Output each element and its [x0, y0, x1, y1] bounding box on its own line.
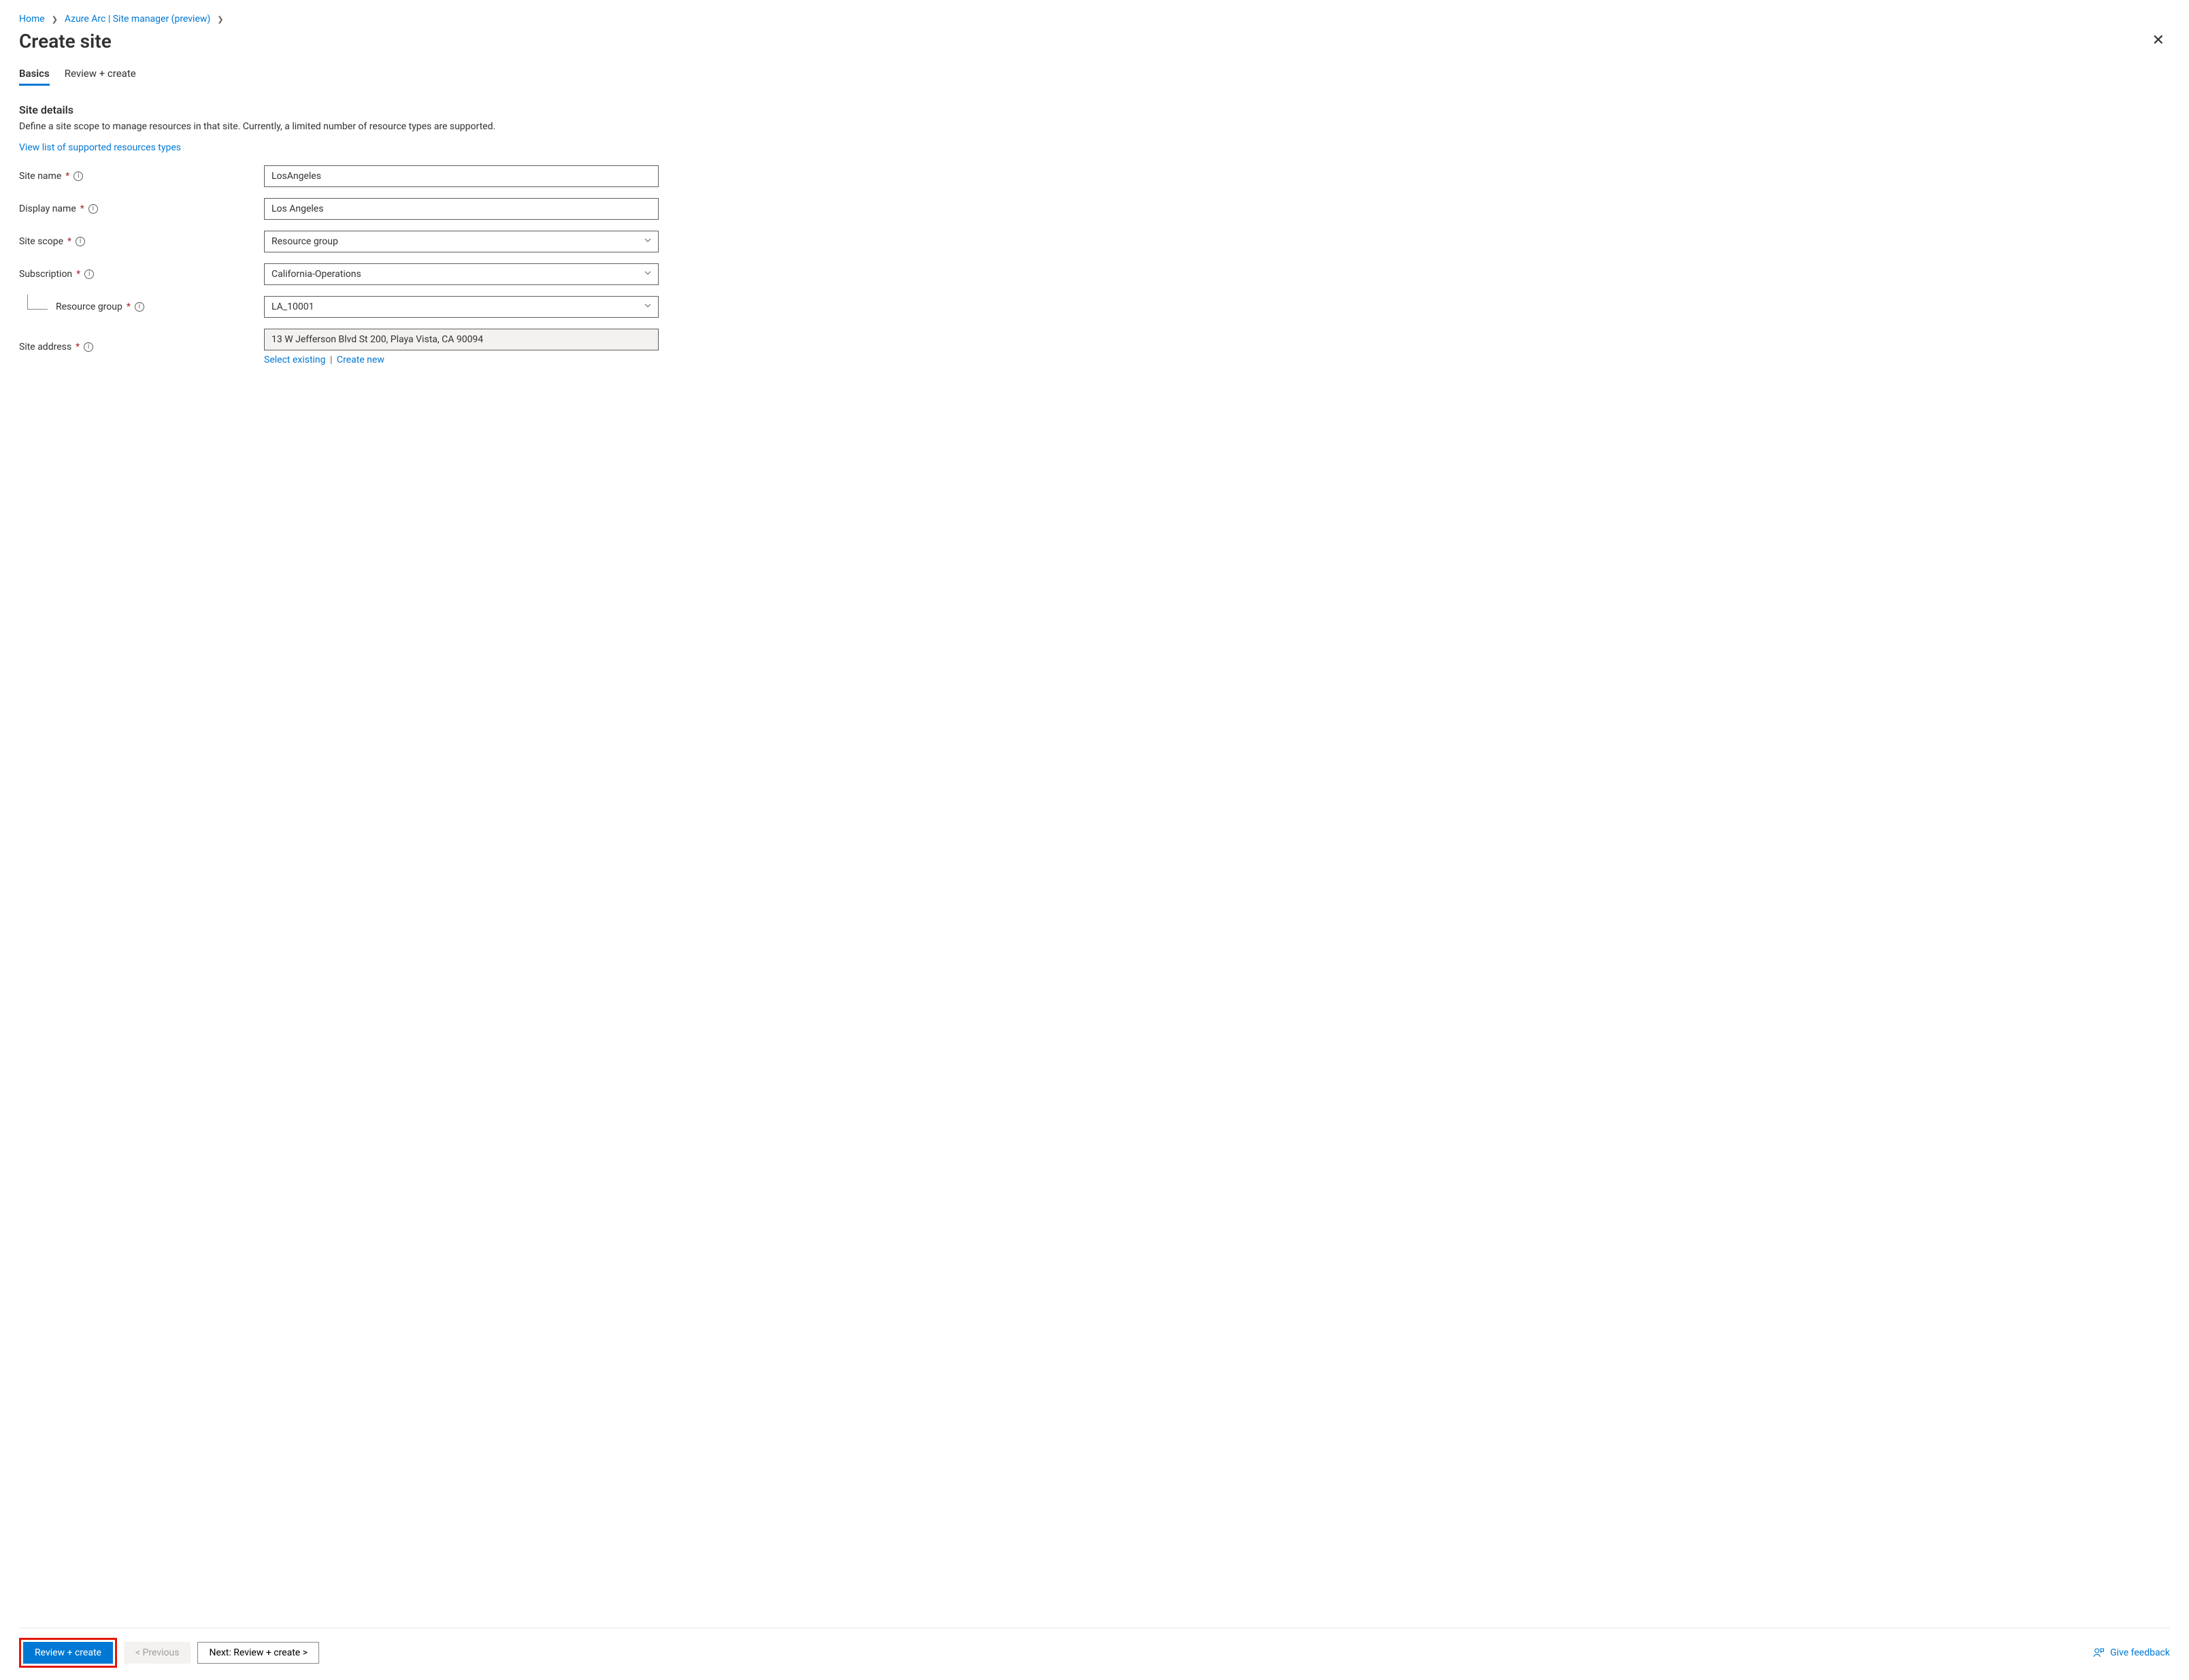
required-indicator: * — [67, 236, 71, 247]
site-name-label: Site name — [19, 171, 61, 182]
required-indicator: * — [76, 269, 80, 280]
info-icon[interactable]: i — [84, 269, 94, 279]
resource-group-select[interactable] — [264, 296, 659, 318]
give-feedback-link[interactable]: Give feedback — [2092, 1647, 2170, 1659]
required-indicator: * — [76, 342, 80, 352]
divider: | — [330, 355, 332, 365]
close-icon: ✕ — [2152, 31, 2165, 48]
subscription-label: Subscription — [19, 269, 72, 280]
highlight-box: Review + create — [19, 1638, 117, 1668]
subscription-select[interactable] — [264, 263, 659, 285]
give-feedback-label: Give feedback — [2110, 1647, 2170, 1658]
tab-basics[interactable]: Basics — [19, 67, 50, 86]
breadcrumb-site-manager[interactable]: Azure Arc | Site manager (preview) — [65, 14, 210, 24]
previous-button[interactable]: < Previous — [124, 1642, 191, 1664]
chevron-right-icon: ❯ — [52, 15, 58, 24]
review-create-button[interactable]: Review + create — [23, 1642, 113, 1664]
tabs: Basics Review + create — [19, 67, 2170, 86]
site-address-label: Site address — [19, 342, 71, 352]
info-icon[interactable]: i — [73, 171, 83, 181]
site-name-input[interactable] — [264, 165, 659, 187]
supported-resources-link[interactable]: View list of supported resources types — [19, 142, 181, 153]
chevron-right-icon: ❯ — [217, 15, 223, 24]
site-scope-select[interactable] — [264, 231, 659, 252]
indent-bracket-icon — [27, 295, 48, 310]
feedback-icon — [2092, 1647, 2105, 1659]
breadcrumb-home[interactable]: Home — [19, 14, 45, 24]
footer-bar: Review + create < Previous Next: Review … — [19, 1628, 2170, 1680]
info-icon[interactable]: i — [88, 204, 98, 214]
create-new-link[interactable]: Create new — [337, 355, 384, 365]
info-icon[interactable]: i — [135, 302, 144, 312]
select-existing-link[interactable]: Select existing — [264, 355, 326, 365]
required-indicator: * — [127, 301, 131, 312]
display-name-input[interactable] — [264, 198, 659, 220]
required-indicator: * — [80, 203, 84, 214]
tab-review-create[interactable]: Review + create — [65, 67, 136, 86]
info-icon[interactable]: i — [76, 237, 85, 246]
section-title: Site details — [19, 103, 2170, 116]
close-button[interactable]: ✕ — [2147, 29, 2170, 52]
breadcrumb: Home ❯ Azure Arc | Site manager (preview… — [19, 14, 2170, 24]
required-indicator: * — [65, 171, 69, 182]
next-button[interactable]: Next: Review + create > — [197, 1642, 319, 1664]
display-name-label: Display name — [19, 203, 76, 214]
section-description: Define a site scope to manage resources … — [19, 120, 2170, 134]
resource-group-label: Resource group — [56, 301, 122, 312]
info-icon[interactable]: i — [84, 342, 93, 352]
site-scope-label: Site scope — [19, 236, 63, 247]
site-address-input[interactable] — [264, 329, 659, 350]
page-title: Create site — [19, 30, 112, 52]
